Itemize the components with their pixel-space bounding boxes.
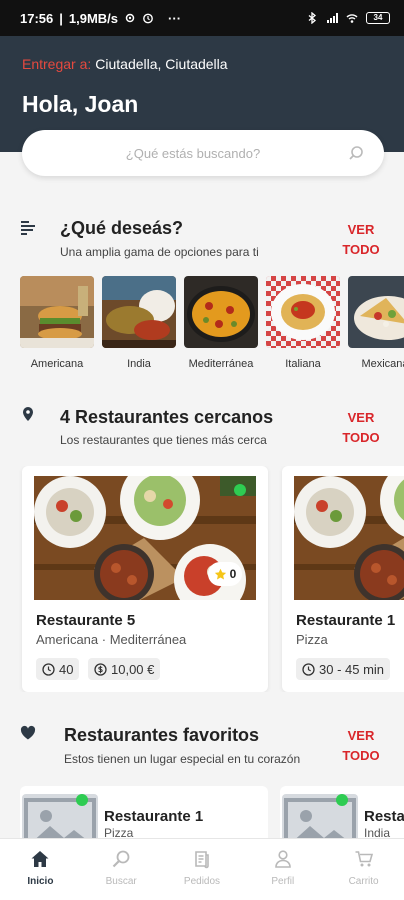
favorites-title: Restaurantes favoritos bbox=[64, 725, 260, 745]
category-india[interactable]: India bbox=[102, 276, 176, 370]
status-speed: 1,9MB/s bbox=[68, 10, 119, 26]
search-bar bbox=[22, 130, 384, 176]
delivery-location[interactable]: Entregar a: Ciutadella, Ciutadella bbox=[22, 56, 228, 72]
nav-carrito[interactable]: Carrito bbox=[323, 839, 404, 900]
open-status-dot bbox=[336, 794, 348, 806]
restaurant-cuisine: Americana · Mediterránea bbox=[36, 632, 187, 647]
settings-icon bbox=[125, 13, 135, 23]
category-mexicana[interactable]: Mexicana bbox=[348, 276, 404, 370]
category-mediterranea[interactable]: Mediterránea bbox=[184, 276, 258, 370]
clock-icon bbox=[42, 662, 55, 676]
list-icon bbox=[21, 221, 35, 235]
restaurant-card[interactable]: 0 Restaurante 5 Americana · Mediterránea… bbox=[22, 466, 268, 692]
delivery-label: Entregar a: bbox=[22, 56, 92, 72]
user-icon bbox=[274, 850, 291, 868]
open-status-dot bbox=[76, 794, 88, 806]
status-bar: 17:56 | 1,9MB/s ··· 34 bbox=[0, 0, 404, 36]
favorite-restaurant-name: Resta bbox=[364, 808, 404, 825]
favorite-restaurant-cuisine: India bbox=[364, 826, 391, 838]
battery-icon: 34 bbox=[366, 12, 390, 24]
search-icon[interactable] bbox=[348, 145, 364, 161]
cart-icon bbox=[355, 851, 373, 867]
favorite-restaurant-card[interactable]: Resta India bbox=[280, 786, 404, 838]
alarm-icon bbox=[143, 13, 153, 24]
favorites-subtitle: Estos tienen un lugar especial en tu cor… bbox=[64, 752, 301, 766]
nearby-title: 4 Restaurantes cercanos bbox=[60, 407, 274, 427]
categories-title: ¿Qué deseás? bbox=[60, 218, 184, 238]
nav-perfil[interactable]: Perfil bbox=[242, 839, 323, 900]
restaurant-name: Restaurante 1 bbox=[296, 612, 396, 629]
restaurant-photo: 0 bbox=[34, 476, 256, 600]
rating-badge: 0 bbox=[208, 562, 242, 586]
nearby-subtitle: Los restaurantes que tienes más cerca bbox=[60, 433, 267, 447]
category-italiana[interactable]: Italiana bbox=[266, 276, 340, 370]
category-list: Americana India Mediterránea Italiana Me… bbox=[20, 276, 404, 376]
price-chip: 10,00 € bbox=[88, 658, 161, 680]
category-image bbox=[20, 276, 94, 348]
nav-inicio[interactable]: Inicio bbox=[0, 839, 81, 900]
search-input[interactable] bbox=[22, 130, 384, 176]
signal-icon bbox=[327, 13, 338, 23]
status-time: 17:56 bbox=[20, 10, 54, 26]
search-icon bbox=[112, 850, 130, 868]
heart-icon bbox=[20, 725, 36, 740]
category-americana[interactable]: Americana bbox=[20, 276, 94, 370]
location-pin-icon bbox=[23, 407, 33, 421]
nearby-see-all-button[interactable]: VER TODO bbox=[338, 408, 384, 448]
bottom-navigation: Inicio Buscar Pedidos Perfil Carrito bbox=[0, 838, 404, 900]
greeting: Hola, Joan bbox=[22, 91, 139, 117]
wifi-icon bbox=[346, 14, 358, 23]
nearby-restaurant-list: 0 Restaurante 5 Americana · Mediterránea… bbox=[0, 466, 404, 692]
favorite-restaurant-card[interactable]: Restaurante 1 Pizza bbox=[20, 786, 268, 838]
restaurant-photo bbox=[294, 476, 404, 600]
orders-icon bbox=[195, 851, 209, 869]
categories-see-all-button[interactable]: VER TODO bbox=[338, 220, 384, 260]
category-image bbox=[102, 276, 176, 348]
money-icon bbox=[94, 662, 107, 676]
delivery-address: Ciutadella, Ciutadella bbox=[95, 56, 228, 72]
favorite-restaurant-cuisine: Pizza bbox=[104, 826, 134, 838]
category-image bbox=[348, 276, 404, 348]
favorites-see-all-button[interactable]: VER TODO bbox=[338, 726, 384, 766]
restaurant-name: Restaurante 5 bbox=[36, 612, 136, 629]
category-image bbox=[184, 276, 258, 348]
star-icon bbox=[214, 568, 226, 579]
delivery-time-chip: 40 bbox=[36, 658, 80, 680]
categories-subtitle: Una amplia gama de opciones para ti bbox=[60, 245, 259, 259]
category-image bbox=[266, 276, 340, 348]
open-status-dot bbox=[234, 484, 246, 496]
delivery-time-chip: 30 - 45 min bbox=[296, 658, 391, 680]
nav-buscar[interactable]: Buscar bbox=[81, 839, 162, 900]
favorite-restaurant-name: Restaurante 1 bbox=[104, 808, 204, 825]
clock-icon bbox=[302, 662, 315, 676]
status-more: ··· bbox=[168, 10, 182, 26]
restaurant-card[interactable]: Restaurante 1 Pizza 30 - 45 min bbox=[282, 466, 404, 692]
restaurant-cuisine: Pizza bbox=[296, 632, 328, 647]
favorites-list: Restaurante 1 Pizza Resta India bbox=[0, 786, 404, 838]
bluetooth-icon bbox=[308, 12, 317, 24]
home-icon bbox=[31, 851, 49, 867]
nav-pedidos[interactable]: Pedidos bbox=[162, 839, 243, 900]
